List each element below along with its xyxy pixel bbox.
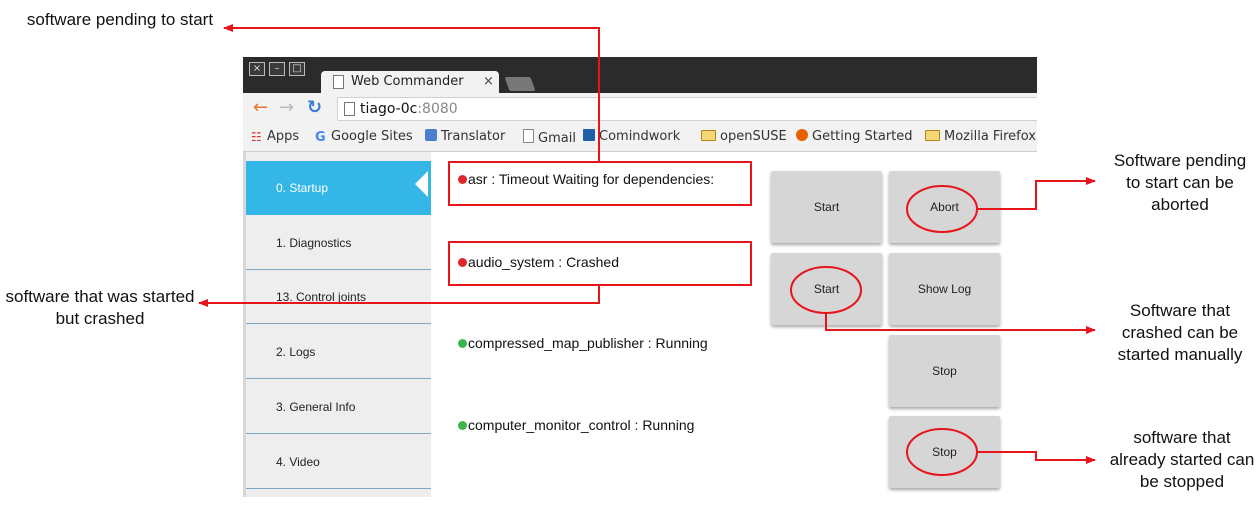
sidebar: 0. Startup 1. Diagnostics 13. Control jo… — [243, 152, 431, 497]
bookmark-getting-started[interactable]: Getting Started — [796, 129, 913, 144]
browser-tab[interactable]: Web Commander × — [321, 71, 499, 93]
annotation-stop: software that already started can be sto… — [1109, 428, 1255, 491]
bookmark-label: Comindwork — [599, 129, 681, 144]
page-icon — [344, 102, 355, 116]
forward-arrow-icon[interactable]: → — [279, 99, 294, 117]
url-host: tiago-0c — [360, 101, 418, 117]
folder-icon — [925, 130, 940, 141]
sidebar-item-logs[interactable]: 2. Logs — [246, 325, 431, 379]
status-dot-running — [458, 421, 467, 430]
active-item-pointer — [415, 171, 428, 197]
asr-abort-button[interactable]: Abort — [889, 171, 1000, 243]
bookmark-label: Apps — [267, 129, 300, 144]
bookmark-apps[interactable]: ☷ Apps — [251, 129, 299, 144]
web-commander-page: 0. Startup 1. Diagnostics 13. Control jo… — [243, 152, 1037, 497]
service-computer-monitor-control: computer_monitor_control : Running — [458, 417, 694, 433]
maximize-window-button[interactable]: □ — [289, 62, 305, 76]
bookmark-gmail[interactable]: Gmail — [523, 129, 576, 146]
bookmark-label: Gmail — [538, 131, 576, 146]
url-input[interactable]: tiago-0c:8080 — [337, 97, 1037, 121]
comindwork-icon — [583, 129, 595, 141]
close-window-button[interactable]: × — [249, 62, 265, 76]
bookmarks-bar: ☷ Apps G Google Sites Translator Gmail Com… — [243, 125, 1037, 152]
service-name: audio_system — [468, 254, 555, 270]
bookmark-label: Translator — [441, 129, 506, 144]
service-status: Running — [655, 335, 708, 351]
bookmark-translator[interactable]: Translator — [425, 129, 505, 144]
address-bar: ← → ↻ tiago-0c:8080 — [243, 93, 1037, 125]
audio-start-button[interactable]: Start — [771, 253, 882, 325]
folder-icon — [701, 130, 716, 141]
status-dot-error — [458, 258, 467, 267]
annotation-abort: Software pending to start can be aborted — [1113, 151, 1247, 214]
title-bar: × – □ Web Commander × — [243, 57, 1037, 93]
sidebar-item-startup[interactable]: 0. Startup — [246, 161, 431, 215]
status-dot-running — [458, 339, 467, 348]
bookmark-comindwork[interactable]: Comindwork — [583, 129, 680, 144]
service-status: Crashed — [566, 254, 619, 270]
status-dot-error — [458, 175, 467, 184]
asr-start-button[interactable]: Start — [771, 171, 882, 243]
bookmark-label: Google Sites — [331, 129, 413, 144]
sidebar-item-control-joints[interactable]: 13. Control joints — [246, 270, 431, 324]
firefox-icon — [796, 129, 808, 141]
translator-icon — [425, 129, 437, 141]
reload-icon[interactable]: ↻ — [307, 99, 322, 117]
service-audio-system: audio_system : Crashed — [458, 254, 619, 270]
bookmark-label: Getting Started — [812, 129, 913, 144]
browser-window: × – □ Web Commander × ← → ↻ tiago-0c:808… — [243, 57, 1037, 497]
service-status: Running — [642, 417, 695, 433]
back-arrow-icon[interactable]: ← — [253, 99, 268, 117]
tab-title: Web Commander — [351, 74, 464, 89]
sidebar-item-general-info[interactable]: 3. General Info — [246, 380, 431, 434]
bookmark-label: Mozilla Firefox — [944, 129, 1036, 144]
service-status: Timeout Waiting for dependencies: — [498, 171, 715, 187]
sidebar-item-diagnostics[interactable]: 1. Diagnostics — [246, 216, 431, 270]
annotation-crashed: software that was started but crashed — [5, 287, 195, 328]
google-icon: G — [315, 130, 326, 145]
bookmark-label: openSUSE — [720, 129, 787, 144]
new-tab-button[interactable] — [504, 77, 536, 91]
service-compressed-map-publisher: compressed_map_publisher : Running — [458, 335, 708, 351]
monitor-stop-button[interactable]: Stop — [889, 416, 1000, 488]
annotation-pending: software pending to start — [26, 10, 214, 29]
service-asr: asr : Timeout Waiting for dependencies: — [458, 171, 714, 187]
service-name: computer_monitor_control — [468, 417, 631, 433]
apps-icon: ☷ — [251, 130, 262, 144]
service-name: asr — [468, 171, 488, 187]
map-stop-button[interactable]: Stop — [889, 335, 1000, 407]
bookmark-mozilla-firefox[interactable]: Mozilla Firefox — [925, 129, 1036, 144]
url-port: :8080 — [417, 101, 458, 117]
url-text: tiago-0c:8080 — [360, 101, 458, 117]
page-icon — [523, 129, 534, 143]
service-name: compressed_map_publisher — [468, 335, 644, 351]
annotation-start-manual: Software that crashed can be started man… — [1117, 301, 1243, 364]
sidebar-item-video[interactable]: 4. Video — [246, 435, 431, 489]
minimize-window-button[interactable]: – — [269, 62, 285, 76]
bookmark-google-sites[interactable]: G Google Sites — [315, 129, 413, 145]
tab-close-icon[interactable]: × — [483, 74, 494, 89]
page-icon — [333, 75, 344, 89]
audio-show-log-button[interactable]: Show Log — [889, 253, 1000, 325]
bookmark-opensuse[interactable]: openSUSE — [701, 129, 787, 144]
